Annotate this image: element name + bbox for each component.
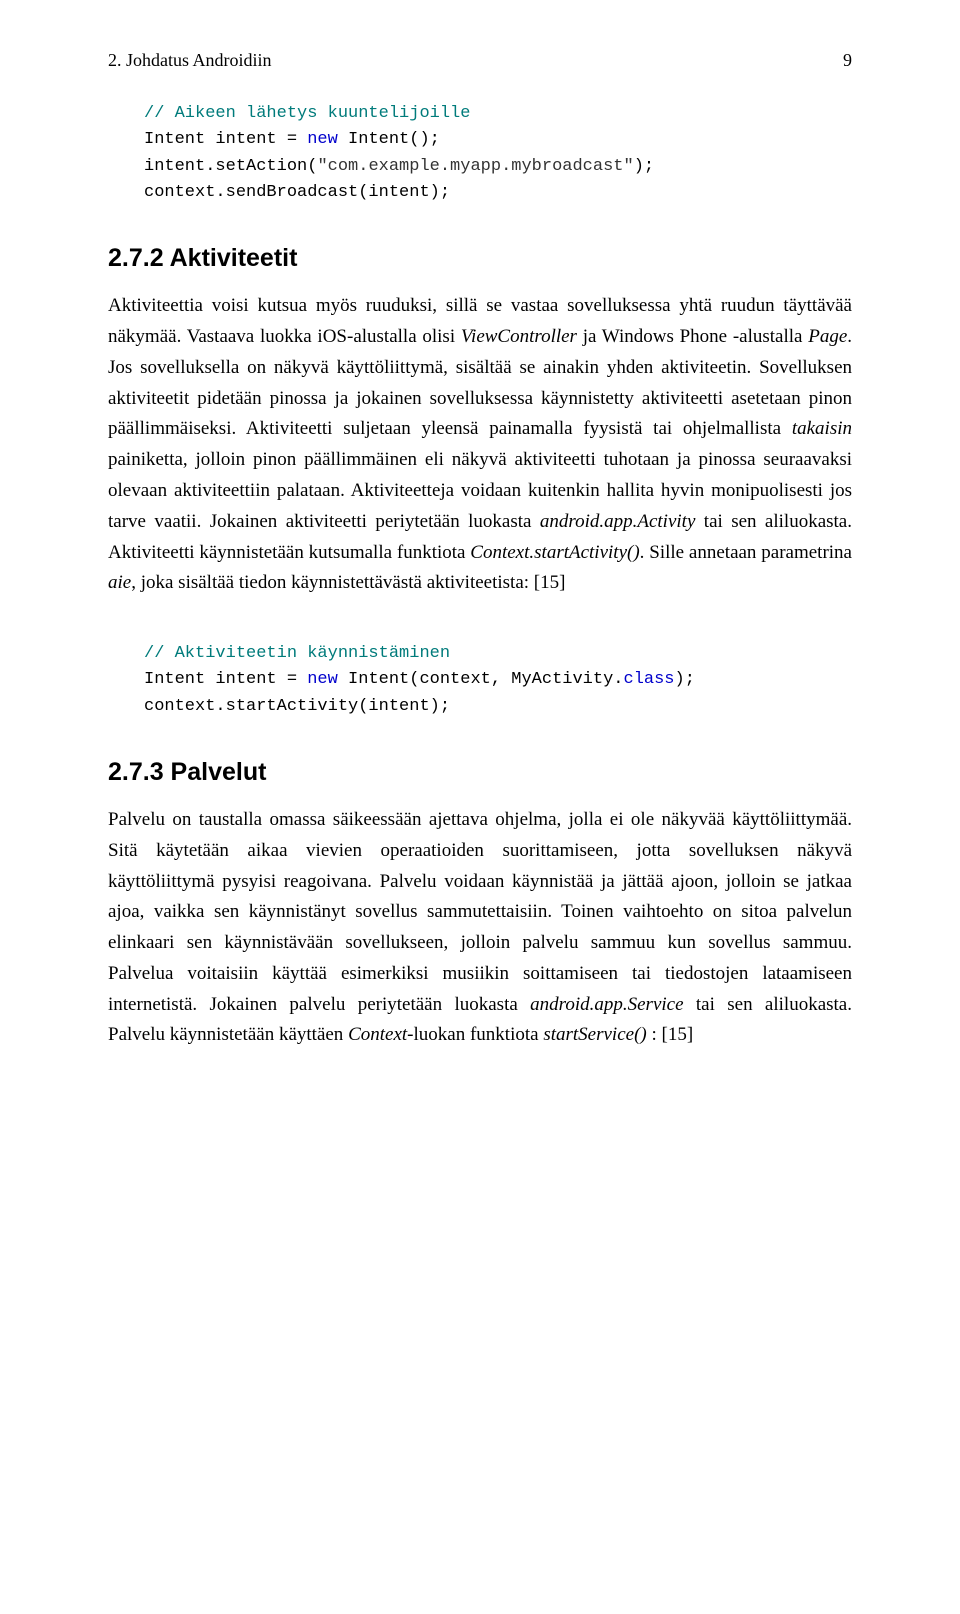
code-block-startactivity: // Aktiviteetin käynnistäminen Intent in…	[144, 641, 852, 720]
code-line: context.sendBroadcast(intent);	[144, 183, 450, 202]
code-comment: // Aktiviteetin käynnistäminen	[144, 644, 450, 663]
chapter-title: 2. Johdatus Androidiin	[108, 50, 272, 71]
code-line: context.startActivity(intent);	[144, 697, 450, 716]
code-line: Intent intent = new Intent(context, MyAc…	[144, 670, 695, 689]
code-line: Intent intent = new Intent();	[144, 130, 440, 149]
running-header: 2. Johdatus Androidiin 9	[108, 50, 852, 71]
page-number: 9	[843, 50, 852, 71]
code-block-broadcast: // Aikeen lähetys kuuntelijoille Intent …	[144, 101, 852, 206]
section-heading-aktiviteetit: 2.7.2 Aktiviteetit	[108, 244, 852, 273]
page: 2. Johdatus Androidiin 9 // Aikeen lähet…	[0, 0, 960, 1614]
section-heading-palvelut: 2.7.3 Palvelut	[108, 758, 852, 787]
paragraph-palvelut: Palvelu on taustalla omassa säikeessään …	[108, 805, 852, 1051]
paragraph-aktiviteetit: Aktiviteettia voisi kutsua myös ruuduksi…	[108, 291, 852, 599]
code-comment: // Aikeen lähetys kuuntelijoille	[144, 104, 470, 123]
code-line: intent.setAction("com.example.myapp.mybr…	[144, 157, 654, 176]
